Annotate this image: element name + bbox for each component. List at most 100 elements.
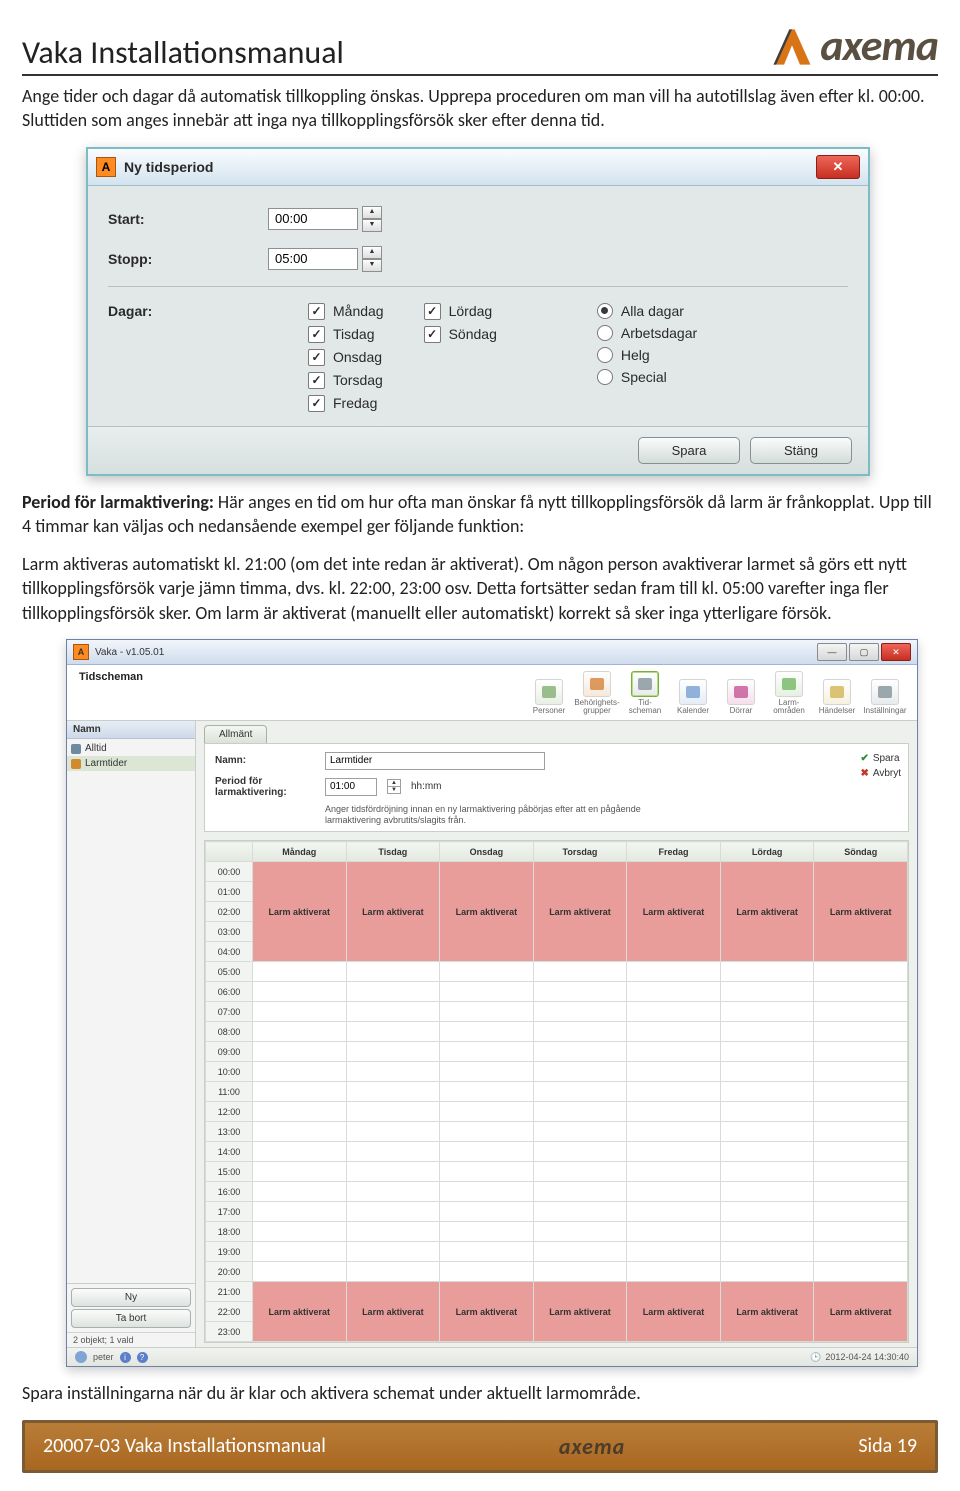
grid-cell[interactable] bbox=[533, 1222, 627, 1242]
grid-cell[interactable] bbox=[814, 1222, 908, 1242]
grid-cell[interactable] bbox=[720, 1082, 814, 1102]
grid-cell[interactable] bbox=[720, 1002, 814, 1022]
grid-cell[interactable] bbox=[814, 1142, 908, 1162]
grid-cell[interactable] bbox=[440, 1022, 534, 1042]
grid-cell[interactable] bbox=[720, 962, 814, 982]
grid-cell[interactable] bbox=[720, 1222, 814, 1242]
radio-arbetsdagar[interactable]: Arbetsdagar bbox=[597, 325, 697, 341]
remove-schedule-button[interactable]: Ta bort bbox=[71, 1309, 191, 1328]
grid-cell[interactable] bbox=[627, 1062, 721, 1082]
grid-cell[interactable] bbox=[440, 1082, 534, 1102]
grid-cell[interactable] bbox=[814, 1002, 908, 1022]
grid-cell[interactable] bbox=[346, 1082, 440, 1102]
grid-cell[interactable] bbox=[814, 1202, 908, 1222]
toolbar-item-0[interactable]: Personer bbox=[527, 679, 571, 715]
grid-cell[interactable] bbox=[627, 1222, 721, 1242]
grid-cell[interactable] bbox=[440, 1162, 534, 1182]
grid-cell[interactable] bbox=[720, 1242, 814, 1262]
grid-cell[interactable] bbox=[346, 1022, 440, 1042]
grid-cell[interactable] bbox=[814, 962, 908, 982]
info-icon[interactable]: i bbox=[120, 1352, 131, 1363]
grid-cell[interactable] bbox=[346, 1222, 440, 1242]
grid-cell[interactable] bbox=[253, 1122, 347, 1142]
start-spin-down[interactable]: ▼ bbox=[362, 219, 382, 232]
grid-cell[interactable] bbox=[627, 1182, 721, 1202]
grid-cell[interactable] bbox=[253, 1102, 347, 1122]
grid-cell[interactable] bbox=[627, 1242, 721, 1262]
chk-sat[interactable]: ✓Lördag bbox=[424, 303, 497, 320]
grid-cell[interactable] bbox=[440, 1142, 534, 1162]
grid-cell[interactable] bbox=[533, 1122, 627, 1142]
grid-alarm-cell[interactable]: Larm aktiverat bbox=[720, 1282, 814, 1342]
grid-cell[interactable] bbox=[533, 1162, 627, 1182]
grid-cell[interactable] bbox=[253, 1082, 347, 1102]
grid-cell[interactable] bbox=[440, 1182, 534, 1202]
close-button[interactable]: ✕ bbox=[816, 155, 860, 179]
grid-alarm-cell[interactable]: Larm aktiverat bbox=[533, 1282, 627, 1342]
grid-cell[interactable] bbox=[346, 1242, 440, 1262]
grid-cell[interactable] bbox=[346, 1142, 440, 1162]
toolbar-item-1[interactable]: Behörighets- grupper bbox=[575, 671, 619, 716]
grid-cell[interactable] bbox=[814, 1242, 908, 1262]
grid-cell[interactable] bbox=[346, 962, 440, 982]
grid-cell[interactable] bbox=[253, 1262, 347, 1282]
grid-cell[interactable] bbox=[720, 1162, 814, 1182]
grid-cell[interactable] bbox=[814, 1082, 908, 1102]
radio-alla-dagar[interactable]: Alla dagar bbox=[597, 303, 697, 319]
grid-cell[interactable] bbox=[533, 1182, 627, 1202]
grid-cell[interactable] bbox=[253, 1022, 347, 1042]
new-schedule-button[interactable]: Ny bbox=[71, 1288, 191, 1307]
grid-cell[interactable] bbox=[627, 1002, 721, 1022]
grid-cell[interactable] bbox=[440, 1002, 534, 1022]
toolbar-item-5[interactable]: Larm- områden bbox=[767, 671, 811, 716]
grid-cell[interactable] bbox=[814, 1042, 908, 1062]
grid-cell[interactable] bbox=[440, 1102, 534, 1122]
toolbar-item-6[interactable]: Händelser bbox=[815, 679, 859, 715]
stop-spin-up[interactable]: ▲ bbox=[362, 246, 382, 259]
grid-cell[interactable] bbox=[346, 1002, 440, 1022]
grid-cell[interactable] bbox=[533, 1102, 627, 1122]
grid-cell[interactable] bbox=[253, 982, 347, 1002]
grid-alarm-cell[interactable]: Larm aktiverat bbox=[720, 862, 814, 962]
grid-cell[interactable] bbox=[346, 1062, 440, 1082]
tab-allmant[interactable]: Allmänt bbox=[204, 725, 267, 743]
save-action[interactable]: ✔Spara bbox=[860, 753, 901, 764]
grid-cell[interactable] bbox=[627, 1162, 721, 1182]
grid-cell[interactable] bbox=[253, 962, 347, 982]
grid-cell[interactable] bbox=[627, 1202, 721, 1222]
chk-wed[interactable]: ✓Onsdag bbox=[308, 349, 384, 366]
grid-cell[interactable] bbox=[533, 1022, 627, 1042]
grid-cell[interactable] bbox=[440, 1062, 534, 1082]
grid-cell[interactable] bbox=[720, 1022, 814, 1042]
toolbar-item-7[interactable]: Inställningar bbox=[863, 679, 907, 715]
grid-cell[interactable] bbox=[814, 982, 908, 1002]
grid-cell[interactable] bbox=[720, 1102, 814, 1122]
grid-cell[interactable] bbox=[253, 1182, 347, 1202]
grid-cell[interactable] bbox=[346, 1102, 440, 1122]
grid-cell[interactable] bbox=[720, 1202, 814, 1222]
grid-cell[interactable] bbox=[533, 982, 627, 1002]
grid-cell[interactable] bbox=[533, 1062, 627, 1082]
grid-cell[interactable] bbox=[533, 1262, 627, 1282]
grid-cell[interactable] bbox=[627, 982, 721, 1002]
grid-cell[interactable] bbox=[627, 1042, 721, 1062]
period-input[interactable] bbox=[325, 778, 377, 796]
grid-cell[interactable] bbox=[720, 1062, 814, 1082]
grid-alarm-cell[interactable]: Larm aktiverat bbox=[440, 1282, 534, 1342]
grid-cell[interactable] bbox=[814, 1182, 908, 1202]
tree-item-larmtider[interactable]: Larmtider bbox=[67, 756, 195, 771]
name-input[interactable] bbox=[325, 752, 545, 770]
radio-helg[interactable]: Helg bbox=[597, 347, 697, 363]
grid-cell[interactable] bbox=[814, 1102, 908, 1122]
grid-alarm-cell[interactable]: Larm aktiverat bbox=[814, 1282, 908, 1342]
chk-thu[interactable]: ✓Torsdag bbox=[308, 372, 384, 389]
grid-cell[interactable] bbox=[346, 1122, 440, 1142]
grid-cell[interactable] bbox=[720, 1182, 814, 1202]
grid-cell[interactable] bbox=[440, 1042, 534, 1062]
grid-cell[interactable] bbox=[440, 1122, 534, 1142]
grid-cell[interactable] bbox=[440, 1262, 534, 1282]
grid-cell[interactable] bbox=[253, 1222, 347, 1242]
grid-alarm-cell[interactable]: Larm aktiverat bbox=[814, 862, 908, 962]
grid-cell[interactable] bbox=[533, 1042, 627, 1062]
help-icon[interactable]: ? bbox=[137, 1352, 148, 1363]
